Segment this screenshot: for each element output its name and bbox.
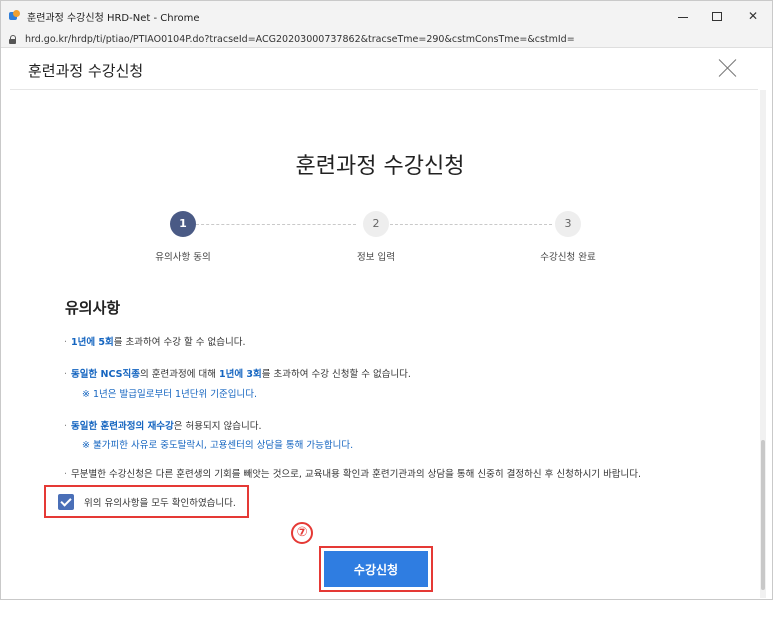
- app-icon: [9, 10, 21, 22]
- notice-text: 은 허용되지 않습니다.: [173, 421, 262, 432]
- step-1-circle: 1: [170, 211, 196, 237]
- notice-item: · 동일한 훈련과정의 재수강은 허용되지 않습니다.: [64, 421, 262, 432]
- minimize-button[interactable]: [666, 1, 700, 31]
- notice-item: · 동일한 NCS직종의 훈련과정에 대해 1년에 3회를 초과하여 수강 신청할…: [64, 369, 411, 380]
- window-title: 훈련과정 수강신청 HRD-Net - Chrome: [27, 12, 200, 24]
- modal-close-icon[interactable]: [718, 58, 738, 78]
- page-title: 훈련과정 수강신청: [295, 154, 465, 179]
- agree-checkbox[interactable]: [58, 493, 74, 510]
- notice-text: 를 초과하여 수강 할 수 없습니다.: [113, 337, 246, 348]
- notice-highlight: 1년에 5회: [71, 337, 114, 348]
- url-text: hrd.go.kr/hrdp/ti/ptiao/PTIAO0104P.do?tr…: [25, 33, 575, 45]
- step-connector: [196, 224, 356, 225]
- notice-subnote: ※ 불가피한 사유로 중도탈락시, 고용센터의 상담을 통해 가능합니다.: [82, 440, 354, 451]
- submit-highlight: 수강신청: [319, 546, 433, 592]
- step-2-label: 정보 입력: [357, 252, 395, 263]
- title-bar: 훈련과정 수강신청 HRD-Net - Chrome ✕: [1, 1, 772, 31]
- lock-icon: [9, 34, 17, 44]
- notice-section-title: 유의사항: [65, 299, 121, 317]
- step-2-circle: 2: [363, 211, 389, 237]
- agree-label: 위의 유의사항을 모두 확인하였습니다.: [84, 497, 236, 509]
- scrollbar[interactable]: [760, 90, 766, 598]
- notice-highlight: 동일한 훈련과정의 재수강: [71, 421, 174, 432]
- address-bar[interactable]: hrd.go.kr/hrdp/ti/ptiao/PTIAO0104P.do?tr…: [1, 31, 772, 48]
- notice-highlight: 동일한 NCS직종: [71, 369, 140, 380]
- close-icon: ✕: [747, 9, 759, 23]
- notice-text: 무분별한 수강신청은 다른 훈련생의 기회를 빼앗는 것으로, 교육내용 확인과…: [71, 469, 642, 480]
- step-3-circle: 3: [555, 211, 581, 237]
- notice-subnote: ※ 1년은 발급일로부터 1년단위 기준입니다.: [82, 389, 257, 400]
- notice-item: · 1년에 5회를 초과하여 수강 할 수 없습니다.: [64, 337, 246, 348]
- apply-button[interactable]: 수강신청: [324, 551, 428, 587]
- annotation-step-marker: ⑦: [291, 522, 313, 544]
- notice-item: · 무분별한 수강신청은 다른 훈련생의 기회를 빼앗는 것으로, 교육내용 확인…: [64, 469, 642, 480]
- modal-title: 훈련과정 수강신청: [28, 62, 144, 80]
- notice-text: 의 훈련과정에 대해: [139, 369, 219, 380]
- scrollbar-thumb[interactable]: [761, 440, 765, 590]
- window-close-button[interactable]: ✕: [736, 1, 770, 31]
- modal-header: 훈련과정 수강신청: [10, 50, 758, 90]
- notice-highlight: 1년에 3회: [218, 369, 262, 380]
- agree-checkbox-row[interactable]: 위의 유의사항을 모두 확인하였습니다.: [44, 485, 249, 518]
- maximize-icon: [712, 11, 722, 21]
- maximize-button[interactable]: [700, 1, 734, 31]
- step-connector: [390, 224, 552, 225]
- notice-text: 를 초과하여 수강 신청할 수 없습니다.: [261, 369, 411, 380]
- step-1-label: 유의사항 동의: [155, 252, 211, 263]
- minimize-icon: [678, 16, 688, 18]
- step-3-label: 수강신청 완료: [540, 252, 596, 263]
